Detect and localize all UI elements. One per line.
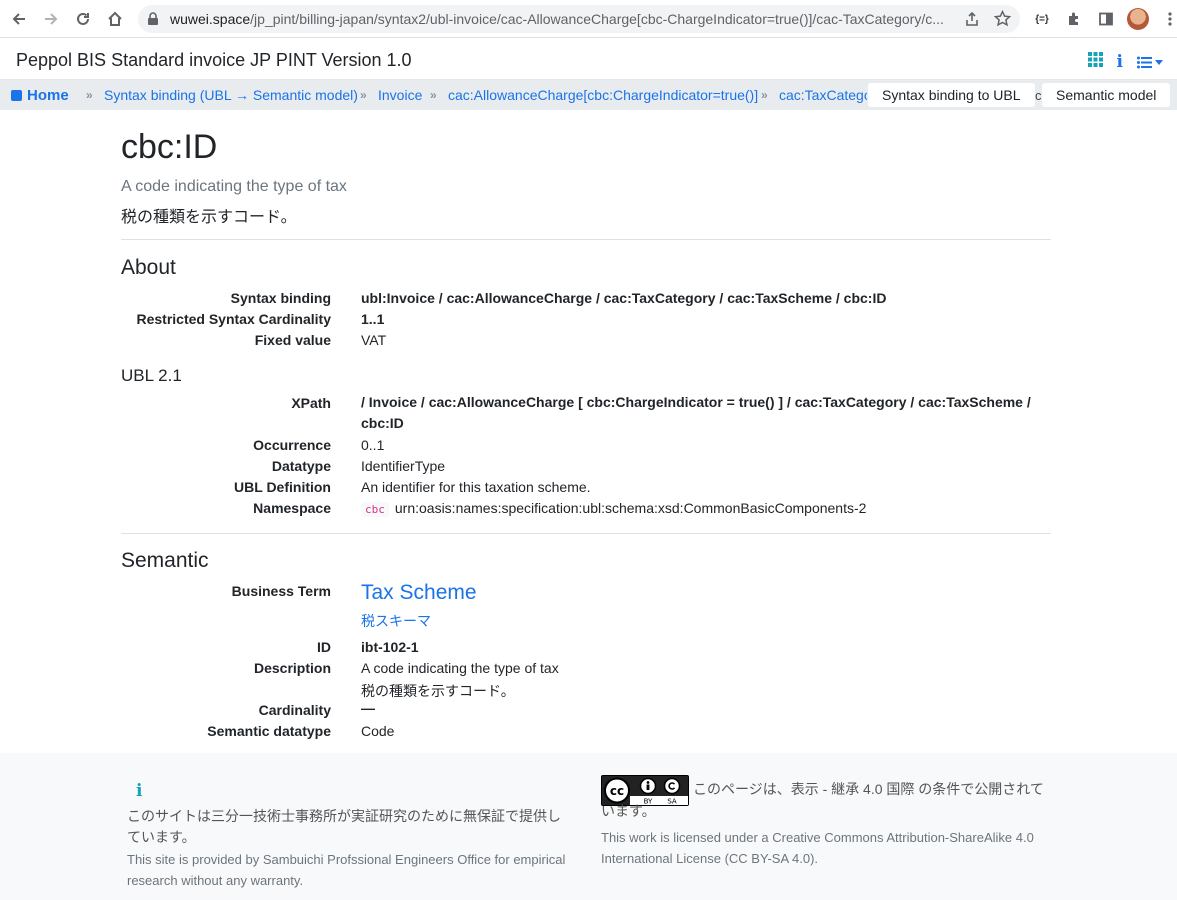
site-brand[interactable]: Peppol BIS Standard invoice JP PINT Vers… bbox=[16, 50, 412, 71]
double-chevron-icon: » bbox=[360, 88, 367, 102]
semantic-label: Cardinality bbox=[258, 702, 331, 718]
home-square-icon bbox=[11, 90, 22, 101]
license-text-en: This work is licensed under a Creative C… bbox=[601, 830, 1034, 866]
about-label: Restricted Syntax Cardinality bbox=[136, 311, 331, 327]
footer: i このサイトは三分一技術士事務所が実証研究のために無保証で提供しています。 T… bbox=[0, 753, 1177, 900]
double-chevron-icon: » bbox=[86, 88, 93, 102]
ubl-value: 0..1 bbox=[361, 437, 385, 453]
reload-icon[interactable] bbox=[73, 9, 93, 29]
ubl-value: An identifier for this taxation scheme. bbox=[361, 479, 591, 495]
semantic-label: Business Term bbox=[231, 583, 331, 599]
breadcrumb-home[interactable]: Home bbox=[11, 87, 69, 104]
footer-notice-ja: このサイトは三分一技術士事務所が実証研究のために無保証で提供しています。 bbox=[127, 808, 561, 845]
divider bbox=[121, 239, 1051, 240]
home-icon[interactable] bbox=[105, 9, 125, 29]
page-subtitle-en: A code indicating the type of tax bbox=[121, 178, 347, 195]
about-value: ubl:Invoice / cac:AllowanceCharge / cac:… bbox=[361, 290, 887, 306]
page-title: cbc:ID bbox=[121, 128, 218, 166]
puzzle-icon[interactable] bbox=[1064, 9, 1084, 29]
list-menu-icon[interactable] bbox=[1137, 56, 1163, 69]
breadcrumb-overflow: c bbox=[1035, 88, 1042, 103]
breadcrumb-item-invoice[interactable]: Invoice bbox=[378, 87, 422, 103]
site-navbar: Peppol BIS Standard invoice JP PINT Vers… bbox=[0, 38, 1177, 80]
side-panel-icon[interactable] bbox=[1096, 9, 1116, 29]
semantic-heading: Semantic bbox=[121, 549, 209, 572]
semantic-label: ID bbox=[317, 639, 331, 655]
semantic-value: 税の種類を示すコード。 bbox=[361, 683, 515, 699]
business-term-link[interactable]: Tax Scheme bbox=[361, 581, 477, 605]
tab-semantic-model[interactable]: Semantic model bbox=[1042, 83, 1171, 107]
extension-icon[interactable]: {=} bbox=[1032, 9, 1052, 29]
forward-arrow-icon[interactable] bbox=[41, 9, 61, 29]
info-icon[interactable]: i bbox=[1117, 53, 1123, 70]
browser-toolbar: wuwei.space/jp_pint/billing-japan/syntax… bbox=[0, 0, 1177, 38]
ubl-label: Namespace bbox=[253, 500, 331, 516]
semantic-label: Semantic datatype bbox=[207, 723, 331, 739]
about-label: Syntax binding bbox=[230, 290, 331, 306]
ubl-xpath-value: / Invoice / cac:AllowanceCharge [ cbc:Ch… bbox=[361, 394, 1031, 431]
ubl-label: XPath bbox=[291, 395, 331, 411]
ubl-heading: UBL 2.1 bbox=[121, 366, 182, 385]
bookmark-star-icon[interactable] bbox=[993, 9, 1012, 32]
breadcrumb-item-syntax-binding[interactable]: Syntax binding (UBL → Semantic model) bbox=[104, 87, 358, 103]
about-label: Fixed value bbox=[254, 332, 331, 348]
semantic-label: Description bbox=[253, 660, 331, 676]
business-term-ja-link[interactable]: 税スキーマ bbox=[361, 611, 431, 631]
double-chevron-icon: » bbox=[430, 88, 437, 102]
back-arrow-icon[interactable] bbox=[9, 9, 29, 29]
url-text: wuwei.space/jp_pint/billing-japan/syntax… bbox=[170, 11, 944, 27]
breadcrumb-item-allowance-charge[interactable]: cac:AllowanceCharge[cbc:ChargeIndicator=… bbox=[448, 87, 758, 103]
page-subtitle-ja: 税の種類を示すコード。 bbox=[121, 209, 297, 226]
share-icon[interactable] bbox=[964, 11, 980, 32]
lock-icon bbox=[147, 12, 159, 31]
tab-syntax-binding[interactable]: Syntax binding to UBL bbox=[868, 83, 1035, 107]
ubl-namespace-value: cbc urn:oasis:names:specification:ubl:sch… bbox=[361, 500, 866, 517]
about-heading: About bbox=[121, 256, 176, 279]
namespace-prefix-badge: cbc bbox=[361, 502, 389, 517]
browser-menu-icon[interactable] bbox=[1160, 9, 1177, 29]
grid-icon[interactable] bbox=[1087, 52, 1103, 72]
profile-avatar[interactable] bbox=[1127, 8, 1149, 30]
double-chevron-icon: » bbox=[761, 88, 768, 102]
divider bbox=[121, 533, 1051, 534]
ubl-label: Datatype bbox=[271, 458, 331, 474]
semantic-value: A code indicating the type of tax bbox=[361, 660, 559, 676]
about-value: VAT bbox=[361, 332, 387, 348]
semantic-value: ibt-102-1 bbox=[361, 639, 419, 655]
semantic-value: Code bbox=[361, 723, 395, 739]
ubl-label: Occurrence bbox=[253, 437, 331, 453]
semantic-value: — bbox=[361, 700, 375, 716]
address-bar[interactable]: wuwei.space/jp_pint/billing-japan/syntax… bbox=[138, 5, 1020, 33]
about-value: 1..1 bbox=[361, 311, 385, 327]
footer-notice-en: This site is provided by Sambuichi Profs… bbox=[127, 852, 566, 888]
breadcrumb-item-tax-category[interactable]: cac:TaxCatego bbox=[779, 87, 867, 103]
ubl-value: IdentifierType bbox=[361, 458, 446, 474]
ubl-label: UBL Definition bbox=[234, 479, 331, 495]
license-text-ja: このページは、表示 - 継承 4.0 国際 の条件で公開されています。 bbox=[601, 781, 1044, 819]
breadcrumb: Home » Syntax binding (UBL → Semantic mo… bbox=[0, 80, 1177, 110]
info-icon: i bbox=[136, 781, 143, 801]
